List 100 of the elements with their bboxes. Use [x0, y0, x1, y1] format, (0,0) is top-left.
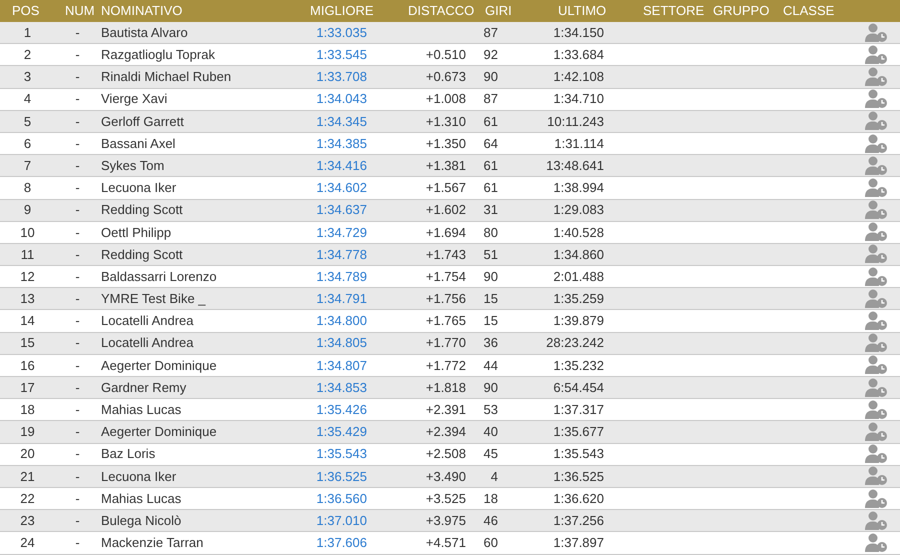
column-header[interactable]: MIGLIORE — [310, 3, 374, 18]
best-lap-cell[interactable]: 1:34.853 — [316, 380, 367, 395]
table-row[interactable]: 20 - Baz Loris 1:35.543 +2.508 45 1:35.543 — [0, 444, 900, 466]
user-clock-icon[interactable] — [864, 311, 888, 332]
position-cell: 11 — [20, 246, 34, 262]
laps-cell: 31 — [484, 202, 498, 218]
table-row[interactable]: 4 - Vierge Xavi 1:34.043 +1.008 87 1:34.710 — [0, 88, 900, 111]
user-clock-icon[interactable] — [864, 89, 888, 110]
column-header[interactable]: ULTIMO — [558, 3, 606, 18]
table-row[interactable]: 9 - Redding Scott 1:34.637 +1.602 31 1:29.083 — [0, 200, 900, 222]
table-row[interactable]: 11 - Redding Scott 1:34.778 +1.743 51 1:34.860 — [0, 244, 900, 266]
gap-cell: +1.772 — [426, 358, 466, 373]
column-header[interactable]: SETTORE — [643, 3, 704, 18]
user-clock-icon[interactable] — [864, 266, 888, 287]
position-cell: 19 — [20, 424, 35, 440]
best-lap-cell[interactable]: 1:35.543 — [316, 446, 367, 462]
column-header[interactable]: CLASSE — [783, 3, 834, 18]
table-row[interactable]: 23 - Bulega Nicolò 1:37.010 +3.975 46 1:37.256 — [0, 510, 900, 532]
best-lap-cell[interactable]: 1:34.800 — [316, 313, 367, 328]
user-clock-icon[interactable] — [864, 333, 888, 354]
user-clock-icon[interactable] — [864, 400, 888, 420]
best-lap-cell[interactable]: 1:34.789 — [316, 268, 367, 284]
table-row[interactable]: 16 - Aegerter Dominique 1:34.807 +1.772 44 1:35.232 — [0, 354, 900, 377]
user-clock-icon[interactable] — [864, 422, 888, 442]
position-cell: 23 — [20, 512, 35, 528]
table-row[interactable]: 13 - YMRE Test Bike _ 1:34.791 +1.756 15 1:35.259 — [0, 288, 900, 310]
best-lap-cell[interactable]: 1:34.416 — [316, 158, 367, 173]
last-lap-cell: 1:37.317 — [553, 402, 604, 418]
table-row[interactable]: 2 - Razgatlioglu Toprak 1:33.545 +0.510 92 1:33.684 — [0, 44, 900, 66]
user-clock-icon[interactable] — [864, 134, 888, 154]
column-header[interactable]: DISTACCO — [408, 3, 474, 18]
user-clock-icon[interactable] — [864, 222, 888, 242]
user-clock-icon[interactable] — [864, 111, 888, 132]
user-clock-icon[interactable] — [864, 355, 888, 376]
table-row[interactable]: 5 - Gerloff Garrett 1:34.345 +1.310 61 10:11.243 — [0, 110, 900, 133]
user-clock-icon[interactable] — [864, 488, 888, 509]
user-clock-icon[interactable] — [864, 288, 888, 309]
best-lap-cell[interactable]: 1:34.385 — [316, 136, 367, 151]
user-clock-icon[interactable] — [864, 200, 888, 220]
rider-name: Rinaldi Michael Ruben — [101, 69, 232, 84]
best-lap-cell[interactable]: 1:34.637 — [316, 202, 367, 218]
table-row[interactable]: 3 - Rinaldi Michael Ruben 1:33.708 +0.673 90 1:42.108 — [0, 66, 900, 89]
best-lap-cell[interactable]: 1:33.708 — [316, 69, 367, 84]
best-lap-cell[interactable]: 1:34.778 — [316, 246, 367, 262]
gap-cell: +1.008 — [426, 91, 466, 106]
user-clock-icon[interactable] — [864, 510, 888, 531]
best-lap-cell[interactable]: 1:34.345 — [316, 114, 367, 129]
best-lap-cell[interactable]: 1:34.043 — [316, 91, 367, 106]
position-cell: 3 — [24, 69, 32, 84]
number-cell: - — [75, 358, 80, 373]
table-row[interactable]: 1 - Bautista Alvaro 1:33.035 87 1:34.150 — [0, 22, 900, 44]
column-header[interactable]: GRUPPO — [713, 3, 770, 18]
table-row[interactable]: 17 - Gardner Remy 1:34.853 +1.818 90 6:54.454 — [0, 377, 900, 400]
best-lap-cell[interactable]: 1:33.035 — [316, 24, 367, 40]
best-lap-cell[interactable]: 1:36.525 — [316, 468, 367, 484]
table-row[interactable]: 24 - Mackenzie Tarran 1:37.606 +4.571 60 1:37.897 — [0, 532, 900, 554]
table-row[interactable]: 21 - Lecuona Iker 1:36.525 +3.490 4 1:36.525 — [0, 466, 900, 488]
table-row[interactable]: 7 - Sykes Tom 1:34.416 +1.381 61 13:48.641 — [0, 155, 900, 178]
best-lap-cell[interactable]: 1:34.602 — [316, 180, 367, 196]
best-lap-cell[interactable]: 1:37.606 — [316, 535, 367, 550]
best-lap-cell[interactable]: 1:33.545 — [316, 47, 367, 62]
column-header[interactable]: POS — [12, 3, 40, 18]
laps-cell: 15 — [484, 291, 498, 306]
best-lap-cell[interactable]: 1:34.791 — [316, 291, 367, 306]
user-clock-icon[interactable] — [864, 66, 888, 87]
user-clock-icon[interactable] — [864, 466, 888, 486]
column-header[interactable]: NOMINATIVO — [101, 3, 182, 18]
user-clock-icon[interactable] — [864, 22, 888, 43]
column-header[interactable]: GIRI — [485, 3, 512, 18]
user-clock-icon[interactable] — [864, 532, 888, 553]
rider-name: Bassani Axel — [101, 136, 176, 151]
rider-name: Aegerter Dominique — [101, 358, 217, 373]
user-clock-icon[interactable] — [864, 244, 888, 264]
table-row[interactable]: 22 - Mahias Lucas 1:36.560 +3.525 18 1:36.620 — [0, 488, 900, 510]
number-cell: - — [75, 224, 80, 240]
user-clock-icon[interactable] — [864, 178, 888, 198]
best-lap-cell[interactable]: 1:34.729 — [316, 224, 367, 240]
best-lap-cell[interactable]: 1:34.807 — [316, 358, 367, 373]
user-clock-icon[interactable] — [864, 444, 888, 464]
table-row[interactable]: 18 - Mahias Lucas 1:35.426 +2.391 53 1:37.317 — [0, 399, 900, 422]
last-lap-cell: 1:35.259 — [553, 291, 604, 306]
table-row[interactable]: 10 - Oettl Philipp 1:34.729 +1.694 80 1:40.528 — [0, 222, 900, 244]
table-row[interactable]: 14 - Locatelli Andrea 1:34.800 +1.765 15 1:39.879 — [0, 310, 900, 333]
rider-name: Vierge Xavi — [101, 91, 168, 106]
table-row[interactable]: 15 - Locatelli Andrea 1:34.805 +1.770 36 28:23.242 — [0, 332, 900, 355]
table-row[interactable]: 8 - Lecuona Iker 1:34.602 +1.567 61 1:38.994 — [0, 177, 900, 200]
user-clock-icon[interactable] — [864, 156, 888, 176]
table-row[interactable]: 19 - Aegerter Dominique 1:35.429 +2.394 40 1:35.677 — [0, 421, 900, 444]
number-cell: - — [75, 24, 80, 40]
user-clock-icon[interactable] — [864, 44, 888, 65]
best-lap-cell[interactable]: 1:37.010 — [316, 512, 367, 528]
column-header[interactable]: NUM — [65, 3, 95, 18]
best-lap-cell[interactable]: 1:35.429 — [316, 424, 367, 440]
best-lap-cell[interactable]: 1:35.426 — [316, 402, 367, 418]
table-row[interactable]: 6 - Bassani Axel 1:34.385 +1.350 64 1:31.114 — [0, 132, 900, 156]
table-row[interactable]: 12 - Baldassarri Lorenzo 1:34.789 +1.754 90 2:01.488 — [0, 266, 900, 288]
user-clock-icon[interactable] — [864, 378, 888, 398]
best-lap-cell[interactable]: 1:34.805 — [316, 335, 367, 350]
rider-name: Redding Scott — [101, 246, 183, 262]
best-lap-cell[interactable]: 1:36.560 — [316, 490, 367, 506]
